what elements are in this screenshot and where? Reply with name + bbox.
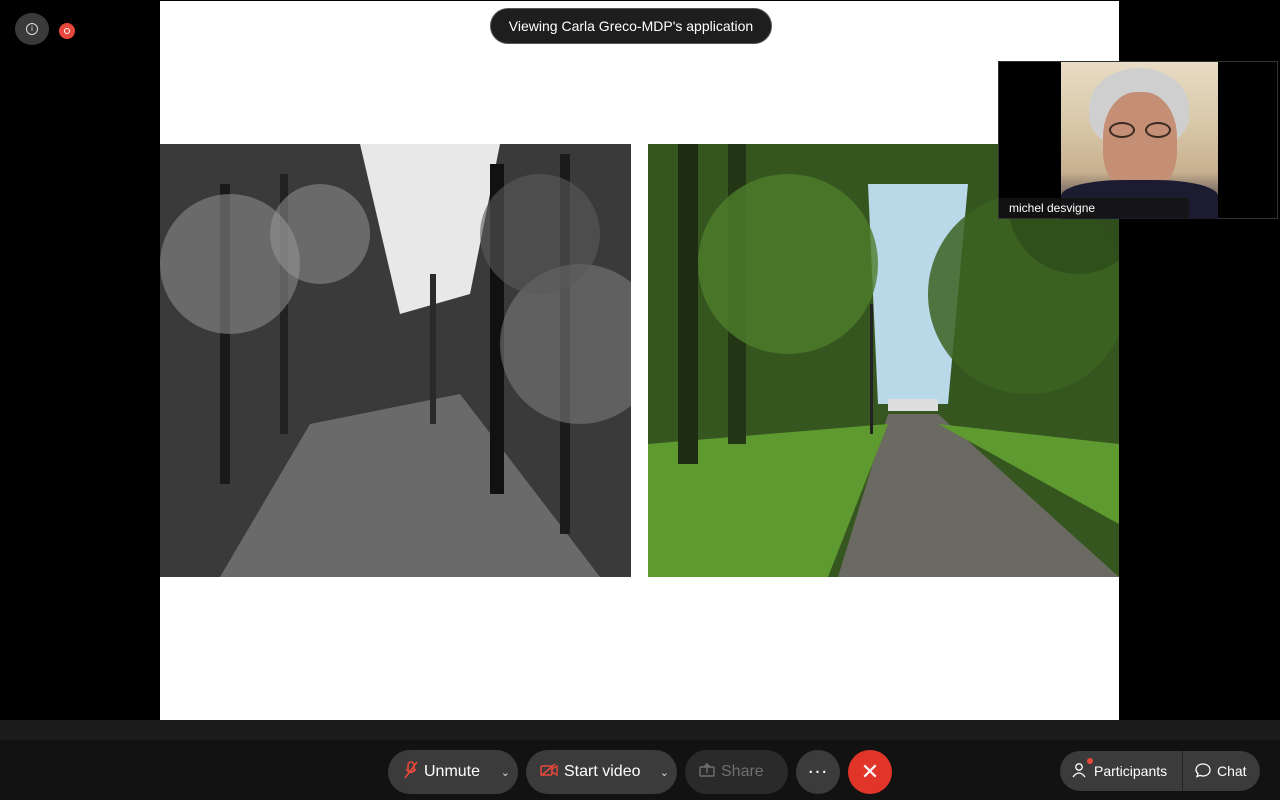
meeting-window: i Viewing Carla Greco-MDP's application	[0, 0, 1280, 800]
end-call-button[interactable]: ✕	[848, 750, 892, 794]
divider-strip	[0, 720, 1280, 740]
unmute-button[interactable]: Unmute ⌄	[388, 750, 518, 794]
info-icon: i	[26, 23, 38, 35]
participant-video	[1061, 62, 1218, 219]
chevron-down-icon[interactable]: ⌄	[501, 750, 510, 794]
chat-button[interactable]: Chat	[1183, 751, 1260, 791]
video-off-icon	[540, 762, 558, 782]
participant-video-tile[interactable]: michel desvigne	[998, 61, 1278, 219]
meeting-info-button[interactable]: i	[15, 13, 49, 45]
participants-label: Participants	[1094, 763, 1168, 779]
person-icon	[1072, 762, 1088, 781]
share-label: Share	[721, 763, 764, 780]
chat-bubble-icon	[1195, 762, 1211, 781]
participant-name: michel desvigne	[999, 198, 1189, 218]
participants-button[interactable]: Participants	[1060, 751, 1182, 791]
unmute-label: Unmute	[424, 763, 481, 780]
chevron-down-icon[interactable]: ⌄	[660, 750, 669, 794]
start-video-button[interactable]: Start video ⌄	[526, 750, 677, 794]
more-options-button[interactable]: ···	[796, 750, 840, 794]
share-icon	[699, 762, 715, 782]
viewing-banner: Viewing Carla Greco-MDP's application	[490, 8, 772, 44]
meeting-controls-bar: Unmute ⌄ Start video ⌄ Share ··· ✕ Parti…	[0, 740, 1280, 800]
notification-dot	[1087, 758, 1093, 764]
start-video-label: Start video	[564, 763, 641, 780]
chat-label: Chat	[1217, 763, 1247, 779]
mic-muted-icon	[404, 761, 418, 783]
recording-icon[interactable]	[59, 23, 75, 39]
forest-path-bw-photo	[160, 144, 631, 577]
share-button[interactable]: Share	[685, 750, 788, 794]
panel-buttons-group: Participants Chat	[1060, 751, 1260, 791]
